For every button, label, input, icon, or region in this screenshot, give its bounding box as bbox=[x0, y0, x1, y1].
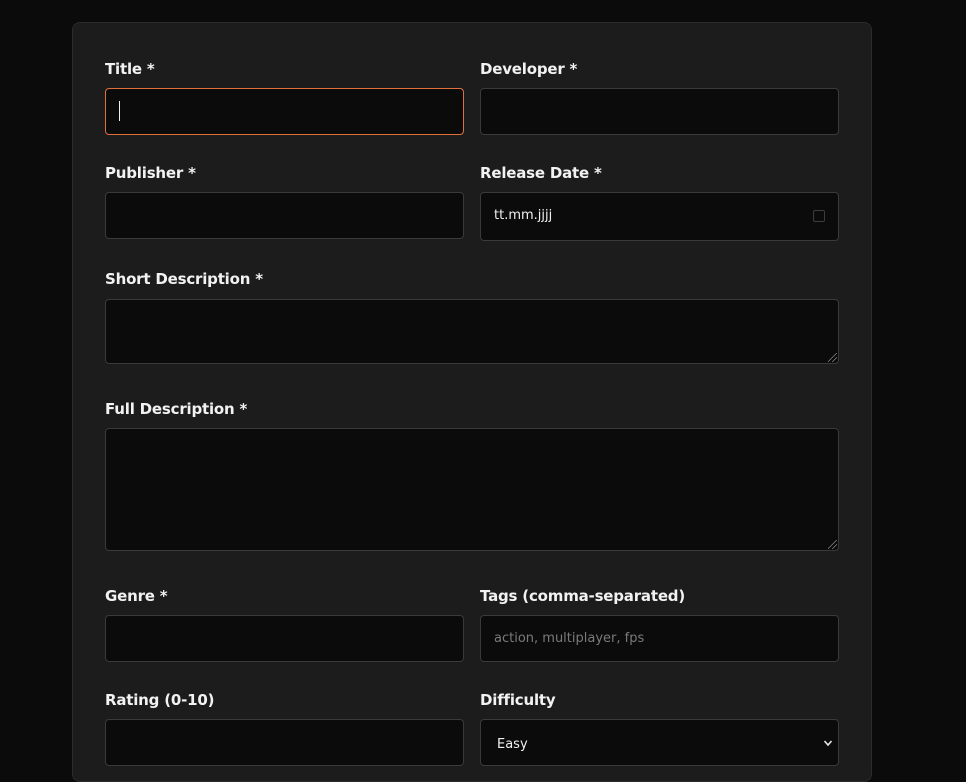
tags-placeholder: action, multiplayer, fps bbox=[494, 631, 645, 646]
title-label: Title * bbox=[105, 60, 155, 78]
genre-label: Genre * bbox=[105, 587, 168, 605]
difficulty-label: Difficulty bbox=[480, 691, 556, 709]
rating-label: Rating (0-10) bbox=[105, 691, 215, 709]
publisher-label: Publisher * bbox=[105, 164, 196, 182]
chevron-down-icon bbox=[823, 740, 833, 747]
text-caret bbox=[119, 101, 120, 121]
short-description-label: Short Description * bbox=[105, 270, 263, 288]
difficulty-select[interactable]: Easy bbox=[480, 719, 839, 766]
genre-input[interactable] bbox=[105, 615, 464, 662]
release-date-label: Release Date * bbox=[480, 164, 602, 182]
full-description-textarea[interactable] bbox=[105, 428, 839, 551]
publisher-input[interactable] bbox=[105, 192, 464, 239]
release-date-input[interactable]: tt.mm.jjjj bbox=[480, 192, 839, 241]
game-form-card: Title * Developer * Publisher * Release … bbox=[72, 22, 872, 782]
tags-input[interactable]: action, multiplayer, fps bbox=[480, 615, 839, 662]
full-description-label: Full Description * bbox=[105, 400, 248, 418]
short-description-textarea[interactable] bbox=[105, 299, 839, 364]
difficulty-selected-value: Easy bbox=[497, 737, 528, 752]
rating-input[interactable] bbox=[105, 719, 464, 766]
date-format-text: tt.mm.jjjj bbox=[494, 208, 553, 223]
tags-label: Tags (comma-separated) bbox=[480, 587, 685, 605]
resize-grip-icon[interactable] bbox=[828, 540, 837, 549]
title-input[interactable] bbox=[105, 88, 464, 135]
developer-label: Developer * bbox=[480, 60, 578, 78]
calendar-icon[interactable] bbox=[813, 210, 825, 222]
developer-input[interactable] bbox=[480, 88, 839, 135]
resize-grip-icon[interactable] bbox=[828, 353, 837, 362]
